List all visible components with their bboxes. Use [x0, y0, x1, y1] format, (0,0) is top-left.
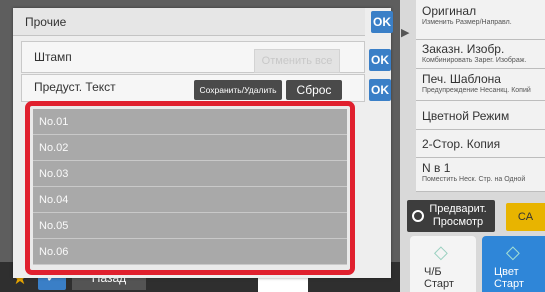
custom-image-sub: Комбинировать Зарег. Изображ.	[422, 57, 527, 64]
list-item[interactable]: No.05	[33, 213, 347, 239]
start-bw-line2: Старт	[424, 278, 454, 290]
start-color-label: Цвет Старт	[494, 266, 524, 290]
pattern-print-label: Печ. Шаблона	[422, 72, 501, 86]
start-bw-label: Ч/Б Старт	[424, 266, 454, 290]
dialog-title-bar: Прочие	[13, 8, 365, 36]
start-bw-button[interactable]: ◇ Ч/Б Старт	[410, 236, 476, 292]
original-item[interactable]: Оригинал Изменить Размер/Направл.	[416, 0, 545, 40]
original-label: Оригинал	[422, 4, 477, 18]
ca-button[interactable]: CA	[506, 203, 545, 231]
stamp-ok-button[interactable]: OK	[369, 49, 391, 71]
duplex-copy-item[interactable]: 2-Стор. Копия	[416, 130, 545, 158]
start-diamond-icon: ◇	[434, 242, 448, 262]
n-up-item[interactable]: N в 1 Поместить Неск. Стр. на Одной	[416, 158, 545, 192]
preview-label-1: Предварит.	[429, 203, 487, 215]
start-bw-line1: Ч/Б	[424, 266, 442, 278]
preset-text-label: Предуст. Текст	[34, 80, 116, 94]
start-color-line2: Старт	[494, 278, 524, 290]
preset-text-list: No.01 No.02 No.03 No.04 No.05 No.06	[25, 101, 355, 275]
original-sub: Изменить Размер/Направл.	[422, 19, 512, 26]
start-color-button[interactable]: ◇ Цвет Старт	[482, 236, 545, 292]
n-up-sub: Поместить Неск. Стр. на Одной	[422, 176, 526, 183]
save-delete-button[interactable]: Сохранить/Удалить	[194, 80, 282, 100]
expand-arrow-icon[interactable]: ▶	[401, 26, 413, 40]
start-diamond-icon: ◇	[506, 242, 520, 262]
reset-button[interactable]: Сброс	[286, 80, 342, 100]
pattern-print-item[interactable]: Печ. Шаблона Предупреждение Несанкц. Коп…	[416, 69, 545, 101]
custom-image-item[interactable]: Заказн. Изобр. Комбинировать Зарег. Изоб…	[416, 40, 545, 69]
color-mode-item[interactable]: Цветной Режим	[416, 101, 545, 130]
dialog-title: Прочие	[25, 15, 67, 29]
list-item[interactable]: No.02	[33, 135, 347, 161]
stamp-label: Штамп	[34, 50, 72, 64]
color-mode-label: Цветной Режим	[422, 109, 510, 123]
list-item[interactable]: No.03	[33, 161, 347, 187]
pattern-print-sub: Предупреждение Несанкц. Копий	[422, 87, 531, 94]
n-up-label: N в 1	[422, 161, 451, 175]
custom-image-label: Заказн. Изобр.	[422, 42, 505, 56]
cancel-all-button[interactable]: Отменить все	[254, 49, 340, 73]
ok-button[interactable]: OK	[371, 11, 393, 33]
list-item[interactable]: No.04	[33, 187, 347, 213]
preset-ok-button[interactable]: OK	[369, 79, 391, 101]
preview-label-2: Просмотр	[432, 216, 484, 228]
list-item[interactable]: No.06	[33, 239, 347, 265]
duplex-copy-label: 2-Стор. Копия	[422, 137, 501, 151]
preview-icon	[412, 210, 424, 222]
list-item[interactable]: No.01	[33, 109, 347, 135]
start-color-line1: Цвет	[494, 266, 519, 278]
